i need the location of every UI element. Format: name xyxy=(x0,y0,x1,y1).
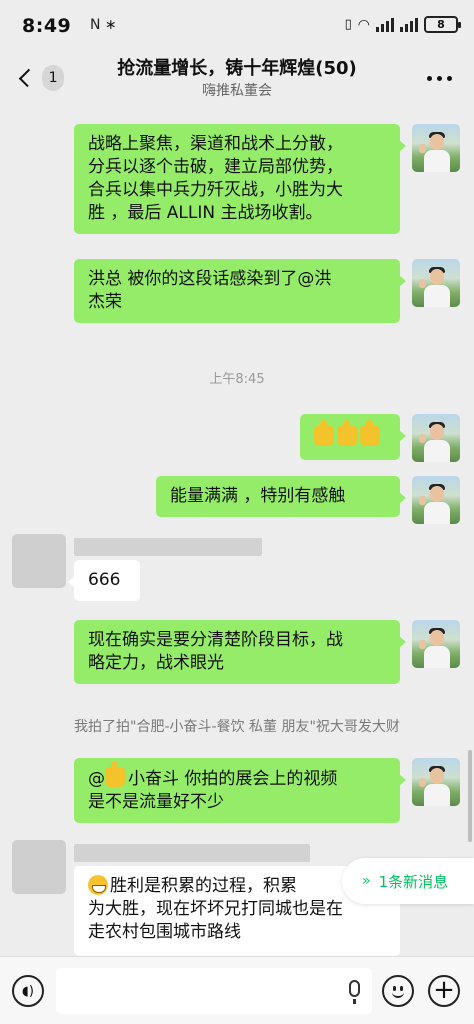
message-bubble[interactable]: 洪总 被你的这段话感染到了@洪 杰荣 xyxy=(74,259,406,323)
my-avatar[interactable] xyxy=(412,124,460,172)
mention-name: 小奋斗 xyxy=(128,769,179,789)
message-line: 是不是流量好不少 xyxy=(88,792,224,812)
plus-icon[interactable]: + xyxy=(428,975,460,1007)
thumbs-up-icon xyxy=(360,420,380,446)
thumbs-up-icon xyxy=(314,420,334,446)
message-line: 走农村包围城市路线 xyxy=(88,922,241,942)
new-messages-button[interactable]: » 1条新消息 xyxy=(342,858,474,904)
message-line: 略定力，战术眼光 xyxy=(88,653,224,673)
message-line: 能量满满 ，特别有感触 xyxy=(170,486,346,506)
battery-icon: 8 xyxy=(424,16,461,33)
more-dots-icon xyxy=(427,76,432,81)
more-button[interactable] xyxy=(427,76,452,81)
voice-icon[interactable]: ◖) xyxy=(12,975,44,1007)
message-line: 为大胜，现在坏坏兄打同城也是在 xyxy=(88,899,343,919)
message-line: 合兵以集中兵力歼灭战，小胜为大 xyxy=(88,180,343,200)
message-text: 你拍的展会上的视频 xyxy=(179,769,338,789)
sender-name xyxy=(74,844,310,862)
message-bubble[interactable]: 666 xyxy=(68,560,140,601)
chat-header: 1 抢流量增长，铸十年辉煌(50) 嗨推私董会 xyxy=(0,48,474,106)
my-avatar[interactable] xyxy=(412,620,460,668)
message-input[interactable] xyxy=(56,968,372,1014)
signal-icon-2 xyxy=(400,17,418,32)
chat-title: 抢流量增长，铸十年辉煌(50) xyxy=(117,58,357,79)
message-bubble[interactable]: 现在确实是要分清楚阶段目标，战 略定力，战术眼光 xyxy=(74,620,406,684)
message-line: 胜 ，最后 ALLIN 主战场收割。 xyxy=(88,203,323,223)
mention-prefix: @ xyxy=(88,769,105,789)
sender-avatar[interactable] xyxy=(12,534,66,588)
message-line: 战略上聚焦，渠道和战术上分散， xyxy=(88,134,343,154)
vibrate-icon: ▯ xyxy=(344,17,352,32)
wifi-icon: ◠ xyxy=(357,16,370,33)
message-bubble[interactable]: 能量满满 ，特别有感触 xyxy=(156,476,406,517)
my-avatar[interactable] xyxy=(412,414,460,462)
status-bar: 8:49 N ∗ ▯ ◠ 8 xyxy=(0,0,474,48)
thumbs-up-icon xyxy=(105,761,125,787)
message-line: @ 小奋斗 你拍的展会上的视频 xyxy=(88,761,386,791)
my-avatar[interactable] xyxy=(412,476,460,524)
double-chevron-down-icon: » xyxy=(362,873,371,889)
message-line: 现在确实是要分清楚阶段目标，战 xyxy=(88,630,343,650)
status-time: 8:49 xyxy=(22,15,72,37)
thumbs-up-icon xyxy=(337,420,357,446)
notification-icons: N ∗ xyxy=(90,17,117,33)
emoji-icon[interactable] xyxy=(382,975,414,1007)
message-bubble[interactable]: @ 小奋斗 你拍的展会上的视频 是不是流量好不少 xyxy=(74,758,406,823)
new-messages-label: 1条新消息 xyxy=(378,872,449,891)
scrollbar[interactable] xyxy=(468,750,472,842)
my-avatar[interactable] xyxy=(412,259,460,307)
message-bubble[interactable] xyxy=(300,414,406,460)
message-bubble[interactable]: 战略上聚焦，渠道和战术上分散， 分兵以逐个击破，建立局部优势， 合兵以集中兵力歼… xyxy=(74,124,406,234)
timestamp: 上午8:45 xyxy=(209,372,265,387)
battery-level: 8 xyxy=(437,18,445,31)
message-line: 666 xyxy=(88,570,121,590)
message-line: 洪总 被你的这段话感染到了@洪 xyxy=(88,269,332,289)
pat-notification: 我拍了拍"合肥-小奋斗-餐饮 私董 朋友"祝大哥发大财 xyxy=(74,719,400,735)
message-line: 分兵以逐个击破，建立局部优势， xyxy=(88,157,343,177)
input-bar: ◖) + xyxy=(0,956,474,1024)
my-avatar[interactable] xyxy=(412,758,460,806)
sender-name xyxy=(74,538,262,556)
signal-icon xyxy=(376,17,394,32)
status-right-icons: ▯ ◠ 8 xyxy=(344,16,461,33)
chat-subtitle: 嗨推私董会 xyxy=(202,83,272,99)
grin-emoji-icon xyxy=(88,875,108,895)
mic-icon[interactable] xyxy=(349,980,360,1004)
message-line: 杰荣 xyxy=(88,292,122,312)
sender-avatar[interactable] xyxy=(12,840,66,894)
